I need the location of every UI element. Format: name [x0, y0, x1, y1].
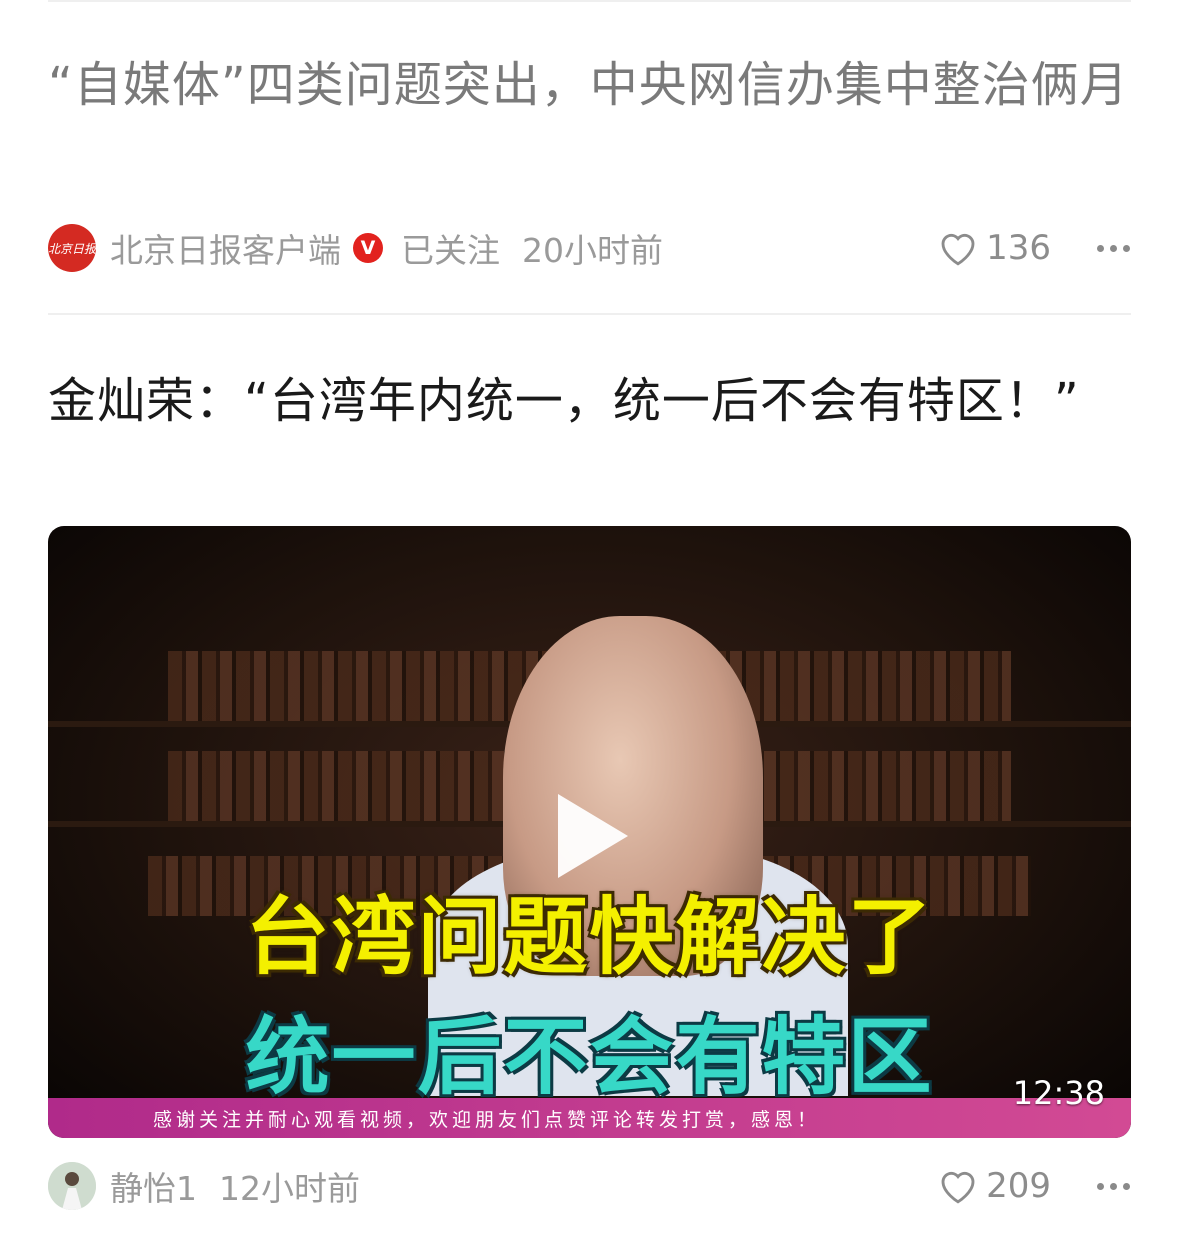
article-title[interactable]: 金灿荣：“台湾年内统一，统一后不会有特区！” [48, 364, 1133, 438]
verified-icon: V [353, 233, 383, 263]
source-name[interactable]: 北京日报客户端 [110, 224, 341, 272]
video-caption-line1: 台湾问题快解决了 [245, 888, 934, 986]
more-icon[interactable] [1095, 244, 1131, 252]
like-count: 136 [986, 228, 1051, 268]
heart-icon [941, 1171, 975, 1204]
heart-icon [941, 233, 975, 266]
top-divider [48, 0, 1131, 2]
video-caption-line2: 统一后不会有特区 [245, 1008, 934, 1106]
video-player[interactable]: 台湾问题快解决了 统一后不会有特区 感谢关注并耐心观看视频，欢迎朋友们点赞评论转… [48, 526, 1131, 1138]
author-avatar[interactable] [48, 1162, 96, 1210]
follow-status[interactable]: 已关注 [401, 224, 500, 272]
article-meta: 北京日报 北京日报客户端 V 已关注 20小时前 136 [48, 224, 1131, 272]
video-ticker: 感谢关注并耐心观看视频，欢迎朋友们点赞评论转发打赏，感恩！ [48, 1098, 1131, 1138]
play-icon[interactable] [558, 794, 628, 878]
more-icon[interactable] [1095, 1182, 1131, 1190]
item-divider [48, 313, 1131, 315]
person-icon [48, 1162, 96, 1210]
post-time: 20小时前 [522, 231, 663, 270]
post-time: 12小时前 [219, 1169, 360, 1208]
source-avatar[interactable]: 北京日报 [48, 224, 96, 272]
article-title[interactable]: “自媒体”四类问题突出，中央网信办集中整治俩月 [48, 48, 1133, 122]
author-name[interactable]: 静怡1 [110, 1162, 197, 1210]
like-count: 209 [986, 1166, 1051, 1206]
article-meta: 静怡1 12小时前 209 [48, 1162, 1131, 1210]
like-button[interactable]: 209 [938, 1166, 1051, 1206]
like-button[interactable]: 136 [938, 228, 1051, 268]
video-duration: 12:38 [1012, 1074, 1105, 1112]
